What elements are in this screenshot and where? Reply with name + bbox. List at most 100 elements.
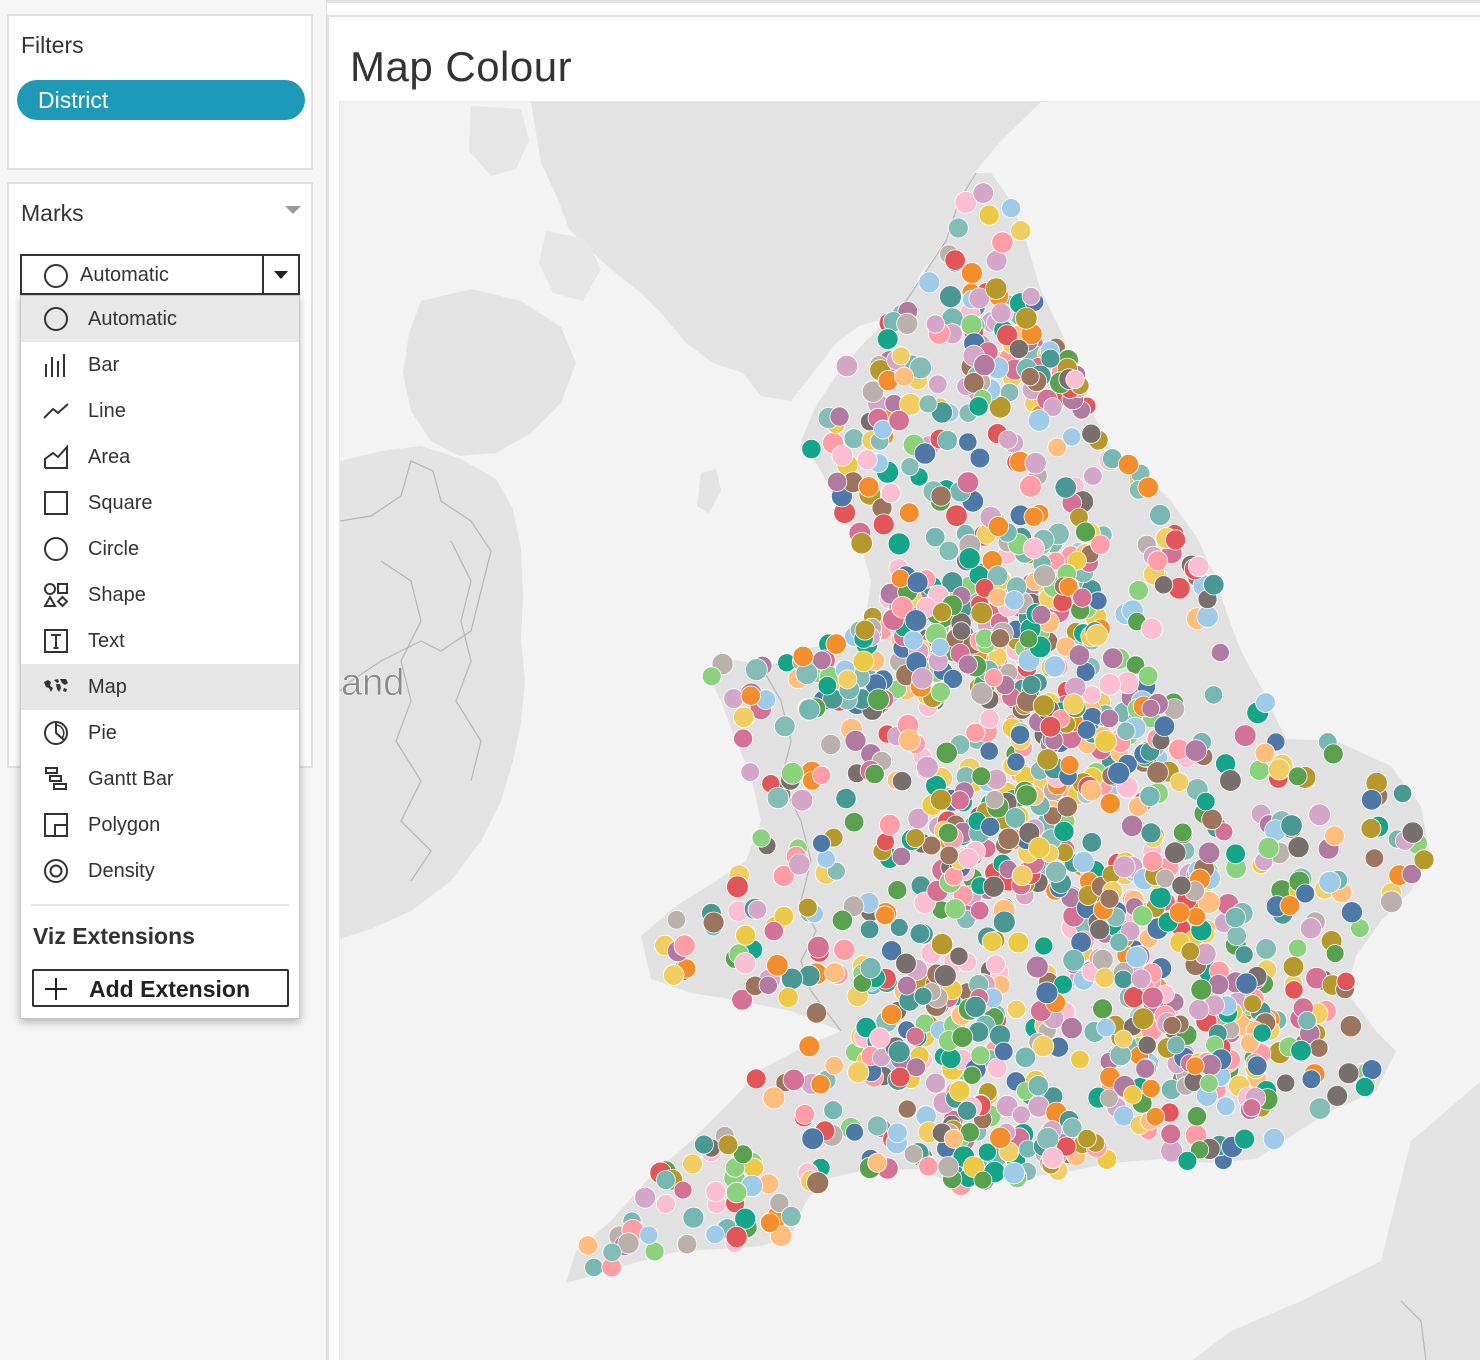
district-mark[interactable] — [788, 853, 811, 876]
district-mark[interactable] — [943, 1128, 964, 1149]
district-mark[interactable] — [1062, 693, 1085, 716]
district-mark[interactable] — [984, 790, 1005, 810]
district-mark[interactable] — [1255, 938, 1277, 960]
district-mark[interactable] — [1140, 617, 1163, 640]
district-mark[interactable] — [780, 1206, 802, 1227]
district-mark[interactable] — [1226, 925, 1247, 947]
district-mark[interactable] — [810, 1074, 831, 1095]
district-mark[interactable] — [1360, 818, 1382, 839]
district-mark[interactable] — [1094, 967, 1115, 989]
district-mark[interactable] — [1089, 919, 1111, 941]
district-mark[interactable] — [1354, 1077, 1375, 1098]
district-mark[interactable] — [1234, 945, 1254, 965]
district-mark[interactable] — [939, 285, 962, 309]
district-mark[interactable] — [1255, 692, 1276, 713]
district-mark[interactable] — [745, 1068, 767, 1090]
district-mark[interactable] — [1142, 850, 1164, 872]
district-mark[interactable] — [958, 654, 978, 675]
district-mark[interactable] — [887, 1040, 911, 1064]
district-mark[interactable] — [1171, 875, 1192, 896]
district-mark[interactable] — [903, 1144, 924, 1164]
district-mark[interactable] — [1225, 843, 1246, 865]
district-mark[interactable] — [992, 910, 1016, 934]
district-mark[interactable] — [918, 1156, 939, 1177]
district-mark[interactable] — [880, 1003, 903, 1026]
district-mark[interactable] — [1149, 504, 1171, 526]
district-mark[interactable] — [1027, 409, 1051, 432]
district-mark[interactable] — [1268, 758, 1291, 781]
district-mark[interactable] — [1140, 822, 1162, 844]
district-mark[interactable] — [1006, 999, 1027, 1019]
district-mark[interactable] — [663, 964, 685, 986]
district-mark[interactable] — [867, 1152, 888, 1173]
district-mark[interactable] — [956, 471, 980, 494]
district-mark[interactable] — [812, 765, 832, 785]
district-mark[interactable] — [1146, 761, 1169, 784]
district-mark[interactable] — [1083, 466, 1103, 486]
district-mark[interactable] — [1242, 1098, 1262, 1118]
district-mark[interactable] — [906, 571, 929, 594]
district-mark[interactable] — [1098, 673, 1122, 696]
district-mark[interactable] — [1393, 783, 1413, 804]
district-mark[interactable] — [762, 1086, 786, 1110]
district-mark[interactable] — [1053, 821, 1075, 843]
district-mark[interactable] — [717, 1134, 739, 1156]
district-mark[interactable] — [1085, 624, 1109, 647]
district-mark[interactable] — [1154, 575, 1174, 595]
district-mark[interactable] — [1060, 1016, 1083, 1040]
district-mark[interactable] — [777, 987, 799, 1009]
district-mark[interactable] — [806, 935, 830, 959]
district-mark[interactable] — [1072, 587, 1093, 608]
district-mark[interactable] — [859, 957, 882, 979]
district-mark[interactable] — [891, 771, 913, 792]
district-mark[interactable] — [682, 1153, 703, 1175]
add-extension-button[interactable]: Add Extension — [32, 969, 289, 1007]
district-mark[interactable] — [1185, 1056, 1205, 1076]
menu-item-text[interactable]: Text — [21, 618, 299, 664]
district-mark[interactable] — [1054, 476, 1077, 499]
district-mark[interactable] — [988, 516, 1010, 538]
district-mark[interactable] — [1219, 769, 1242, 792]
district-mark[interactable] — [733, 728, 753, 749]
district-mark[interactable] — [1248, 759, 1270, 781]
district-mark[interactable] — [733, 706, 755, 729]
menu-item-area[interactable]: Area — [21, 434, 299, 480]
menu-item-bar[interactable]: Bar — [21, 342, 299, 388]
district-mark[interactable] — [1014, 1046, 1037, 1069]
district-mark[interactable] — [1186, 907, 1207, 927]
district-mark[interactable] — [979, 708, 1000, 729]
district-mark[interactable] — [1015, 306, 1038, 330]
district-mark[interactable] — [1337, 1062, 1360, 1085]
district-mark[interactable] — [994, 1041, 1014, 1062]
district-mark[interactable] — [798, 698, 821, 721]
district-mark[interactable] — [1287, 766, 1308, 786]
district-mark[interactable] — [1131, 905, 1153, 927]
district-mark[interactable] — [1280, 814, 1303, 837]
district-mark[interactable] — [843, 428, 865, 450]
district-mark[interactable] — [1006, 752, 1026, 772]
district-mark[interactable] — [895, 952, 917, 975]
district-mark[interactable] — [1165, 529, 1187, 551]
district-mark[interactable] — [801, 1127, 824, 1150]
district-mark[interactable] — [1125, 945, 1148, 969]
district-mark[interactable] — [1177, 1151, 1198, 1171]
district-mark[interactable] — [1153, 715, 1176, 737]
district-mark[interactable] — [1163, 841, 1187, 864]
district-mark[interactable] — [1196, 605, 1219, 628]
district-mark[interactable] — [889, 1066, 911, 1088]
district-mark[interactable] — [887, 880, 908, 900]
district-mark[interactable] — [939, 845, 959, 866]
district-mark[interactable] — [905, 828, 926, 848]
district-mark[interactable] — [824, 962, 845, 984]
district-mark[interactable] — [850, 532, 873, 555]
district-mark[interactable] — [973, 1170, 993, 1190]
district-mark[interactable] — [880, 482, 901, 504]
district-mark[interactable] — [1092, 998, 1113, 1020]
district-mark[interactable] — [584, 1257, 604, 1278]
district-mark[interactable] — [961, 262, 983, 285]
district-mark[interactable] — [577, 1235, 599, 1256]
district-mark[interactable] — [1002, 1161, 1026, 1185]
district-mark[interactable] — [945, 504, 968, 527]
district-mark[interactable] — [894, 366, 914, 387]
district-mark[interactable] — [1123, 986, 1145, 1009]
